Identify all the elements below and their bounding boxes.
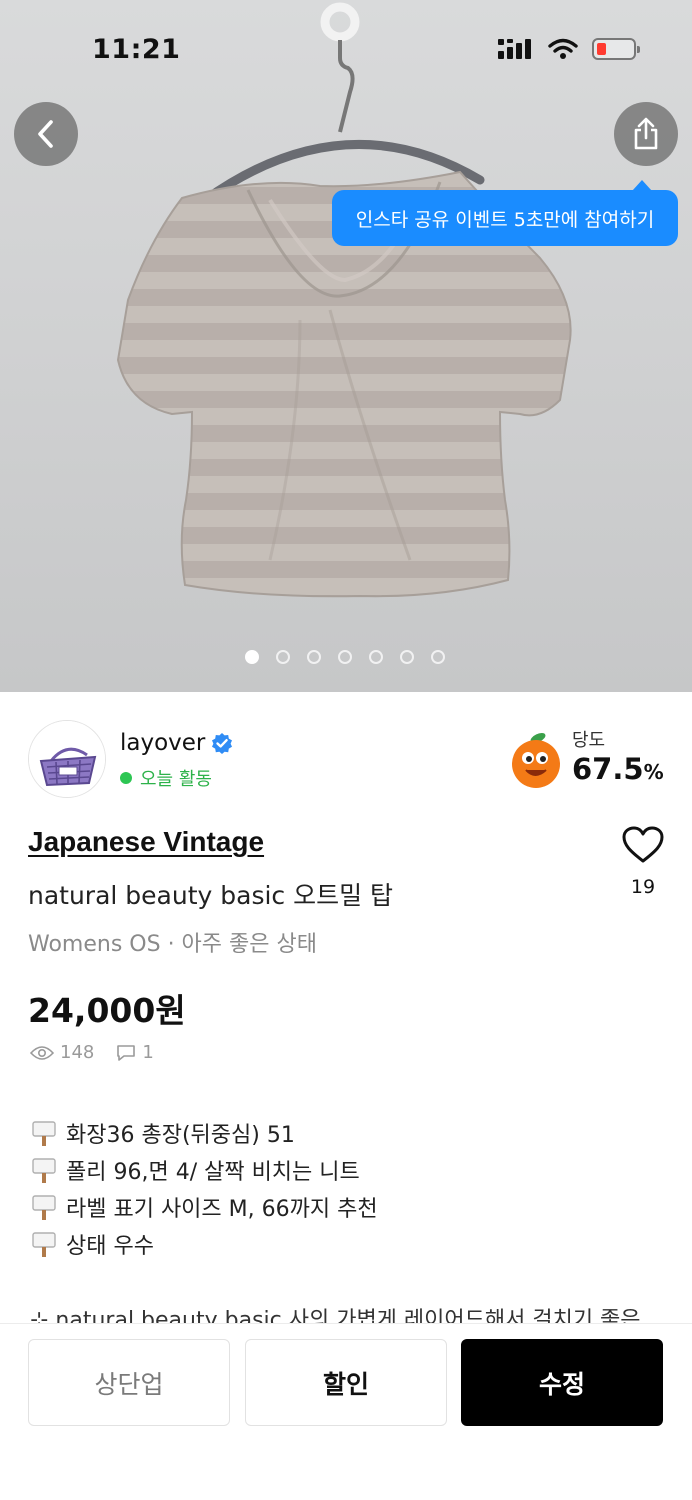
brand-link[interactable]: Japanese Vintage: [28, 826, 264, 858]
description-text: 상태 우수: [66, 1233, 154, 1259]
like-button[interactable]: 19: [620, 826, 666, 898]
seller-avatar[interactable]: [28, 720, 106, 798]
sweetness-score[interactable]: 당도 67.5%: [508, 724, 668, 794]
view-count: 148: [60, 1042, 95, 1063]
edit-button[interactable]: 수정: [461, 1339, 663, 1426]
description-line: 라벨 표기 사이즈 M, 66까지 추천: [30, 1188, 670, 1225]
description-line: 상태 우수: [30, 1225, 670, 1262]
description-line: 폴리 96,면 4/ 살짝 비치는 니트: [30, 1151, 670, 1188]
share-icon: [634, 117, 658, 150]
description-text: 폴리 96,면 4/ 살짝 비치는 니트: [66, 1159, 360, 1185]
activity-label: 오늘 활동: [140, 769, 212, 790]
basket-logo-icon: [29, 721, 105, 797]
description-continued: ⊹ natural beauty basic 사의 가볍게 레이어드해서 걸치기…: [30, 1308, 641, 1324]
like-count: 19: [630, 876, 656, 898]
comment-icon: [117, 1044, 136, 1061]
product-title: natural beauty basic 오트밀 탑: [28, 881, 394, 910]
sweetness-value: 67.5: [572, 752, 644, 786]
product-photo-carousel[interactable]: 11:21 인스타 공유 이벤트 5초만에 참여하기: [0, 0, 692, 692]
share-event-tooltip[interactable]: 인스타 공유 이벤트 5초만에 참여하기: [332, 180, 678, 246]
chevron-left-icon: [38, 120, 53, 148]
sign-pin-icon: [32, 1194, 56, 1220]
battery-icon: [592, 38, 640, 60]
sweetness-label: 당도: [572, 730, 606, 751]
online-dot-icon: [120, 772, 132, 784]
verified-badge-icon: [212, 733, 233, 754]
sign-pin-icon: [32, 1157, 56, 1183]
description-text: 화장36 총장(뒤중심) 51: [66, 1122, 295, 1148]
sweetness-value-row: 67.5%: [572, 752, 664, 786]
signal-icon: [498, 39, 531, 59]
carousel-dot-4[interactable]: [338, 650, 352, 664]
carousel-dot-7[interactable]: [431, 650, 445, 664]
share-button[interactable]: [614, 102, 678, 166]
discount-button[interactable]: 할인: [245, 1339, 447, 1426]
eye-icon: [30, 1045, 54, 1060]
carousel-dot-6[interactable]: [400, 650, 414, 664]
seller-name: layover: [120, 730, 206, 756]
carousel-dot-1[interactable]: [245, 650, 259, 664]
heart-icon: [622, 826, 664, 863]
bottom-action-bar: 상단업 할인 수정: [0, 1323, 692, 1500]
product-price: 24,000원: [28, 991, 186, 1030]
carousel-dot-3[interactable]: [307, 650, 321, 664]
seller-activity: 오늘 활동: [120, 765, 212, 791]
product-description: 화장36 총장(뒤중심) 51 폴리 96,면 4/ 살짝 비치는 니트 라벨 …: [30, 1114, 670, 1262]
sweetness-unit: %: [643, 760, 664, 784]
seller-name-row[interactable]: layover: [120, 730, 233, 756]
carousel-dot-5[interactable]: [369, 650, 383, 664]
carousel-dot-2[interactable]: [276, 650, 290, 664]
product-stats: 148 1: [30, 1042, 154, 1063]
back-button[interactable]: [14, 102, 78, 166]
sign-pin-icon: [32, 1120, 56, 1146]
sign-pin-icon: [32, 1231, 56, 1257]
orange-mascot-icon: [512, 733, 560, 788]
bump-button[interactable]: 상단업: [28, 1339, 230, 1426]
product-photo: [116, 2, 572, 598]
description-line: 화장36 총장(뒤중심) 51: [30, 1114, 670, 1151]
product-meta: Womens OS · 아주 좋은 상태: [28, 932, 317, 957]
description-text: 라벨 표기 사이즈 M, 66까지 추천: [66, 1196, 378, 1222]
comment-count: 1: [142, 1042, 154, 1063]
status-time: 11:21: [92, 34, 181, 65]
carousel-dots: [245, 650, 445, 664]
wifi-icon: [548, 38, 578, 59]
status-icons: [498, 38, 640, 60]
